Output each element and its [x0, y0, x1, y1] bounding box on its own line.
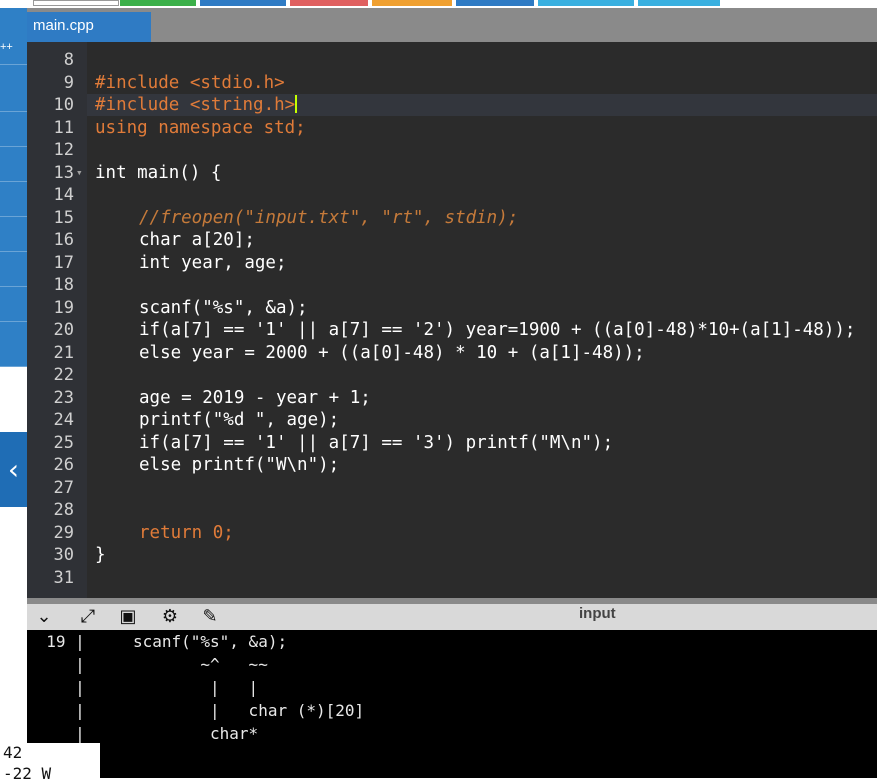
program-output: 42 -22 W	[0, 743, 100, 783]
code-line: else year = 2000 + ((a[0]-48) * 10 + (a[…	[139, 343, 645, 363]
file-tab-bar: main.cpp	[27, 8, 877, 42]
terminal-line: | ~^ ~~	[27, 655, 268, 674]
terminal-line: | | char (*)[20]	[27, 701, 365, 720]
panel-title: input	[579, 605, 616, 622]
code-line: #include <string.h>	[95, 95, 298, 115]
code-line: if(a[7] == '1' || a[7] == '3') printf("M…	[139, 433, 614, 453]
toolbar-chip[interactable]	[638, 0, 720, 6]
line-number: 10	[53, 95, 74, 115]
line-number: 13	[53, 163, 74, 183]
sidebar-item[interactable]	[0, 65, 27, 112]
code-line: using namespace std;	[95, 118, 306, 138]
line-number: 11	[53, 118, 74, 138]
collapse-sidebar-icon[interactable]: ‹	[0, 432, 27, 507]
code-line: int year, age;	[139, 253, 287, 273]
line-number: 16	[53, 230, 74, 250]
line-number: 29	[53, 523, 74, 543]
sidebar-item[interactable]	[0, 182, 27, 217]
toolbar-chip[interactable]	[290, 0, 368, 6]
line-number: 17	[53, 253, 74, 273]
line-number: 19	[53, 298, 74, 318]
line-number: 26	[53, 455, 74, 475]
toolbar-chip[interactable]	[200, 0, 286, 6]
sidebar-item[interactable]	[0, 8, 27, 65]
line-number: 24	[53, 410, 74, 430]
left-sidebar: ++	[0, 8, 27, 778]
panel-icon[interactable]: ▣	[117, 606, 139, 627]
code-editor[interactable]: 8 9 10 11 12 13 ▾ 14 15 16 17 18 19 20 2…	[27, 42, 877, 598]
sidebar-language-label: ++	[0, 41, 13, 53]
line-number: 23	[53, 388, 74, 408]
gear-icon[interactable]: ⚙	[159, 606, 181, 627]
terminal-line: | | |	[27, 678, 259, 697]
expand-icon[interactable]: ⤢	[77, 606, 99, 627]
line-number: 14	[53, 185, 74, 205]
code-line: else printf("W\n");	[139, 455, 340, 475]
compiler-output: 19 | scanf("%s", &a); | ~^ ~~ | | | | | …	[27, 630, 877, 778]
line-number: 15	[53, 208, 74, 228]
line-number: 28	[53, 500, 74, 520]
code-line: age = 2019 - year + 1;	[139, 388, 371, 408]
terminal-line: 19 | scanf("%s", &a);	[27, 632, 288, 651]
clean-icon[interactable]: ✎	[199, 606, 221, 627]
toolbar-chip[interactable]	[33, 0, 119, 6]
tab-main-cpp[interactable]: main.cpp	[27, 12, 151, 42]
toolbar-chip[interactable]	[456, 0, 534, 6]
output-line: -22 W	[3, 764, 52, 783]
line-number: 27	[53, 478, 74, 498]
line-number: 31	[53, 568, 74, 588]
code-line: //freopen("input.txt", "rt", stdin);	[139, 208, 519, 228]
sidebar-item[interactable]	[0, 252, 27, 287]
sidebar-item[interactable]	[0, 112, 27, 147]
fold-toggle-icon[interactable]: ▾	[76, 162, 83, 184]
line-number: 9	[63, 73, 74, 93]
line-number: 20	[53, 320, 74, 340]
output-panel-toolbar: ⌄ ⤢ ▣ ⚙ ✎ input	[27, 598, 877, 630]
toolbar-chip[interactable]	[120, 0, 196, 6]
code-line: printf("%d ", age);	[139, 410, 340, 430]
code-line: scanf("%s", &a);	[139, 298, 308, 318]
code-line: if(a[7] == '1' || a[7] == '2') year=1900…	[139, 320, 856, 340]
toolbar-chip[interactable]	[538, 0, 634, 6]
code-line: return 0;	[139, 523, 234, 543]
code-line: int main() {	[95, 163, 222, 183]
output-line: 42	[3, 743, 23, 762]
chevron-down-icon[interactable]: ⌄	[33, 606, 55, 627]
line-number: 25	[53, 433, 74, 453]
sidebar-item[interactable]	[0, 287, 27, 322]
sidebar-item[interactable]	[0, 322, 27, 367]
line-number: 12	[53, 140, 74, 160]
line-number: 30	[53, 545, 74, 565]
terminal-line: | char*	[27, 724, 259, 743]
code-line: #include <stdio.h>	[95, 73, 285, 93]
sidebar-item[interactable]	[0, 217, 27, 252]
code-line: char a[20];	[139, 230, 255, 250]
line-number: 8	[63, 50, 74, 70]
line-number: 18	[53, 275, 74, 295]
top-toolbar-strip	[0, 0, 877, 8]
code-line: }	[95, 545, 106, 565]
line-number: 22	[53, 365, 74, 385]
toolbar-chip[interactable]	[372, 0, 452, 6]
line-number: 21	[53, 343, 74, 363]
sidebar-item[interactable]	[0, 147, 27, 182]
text-cursor	[295, 95, 298, 113]
